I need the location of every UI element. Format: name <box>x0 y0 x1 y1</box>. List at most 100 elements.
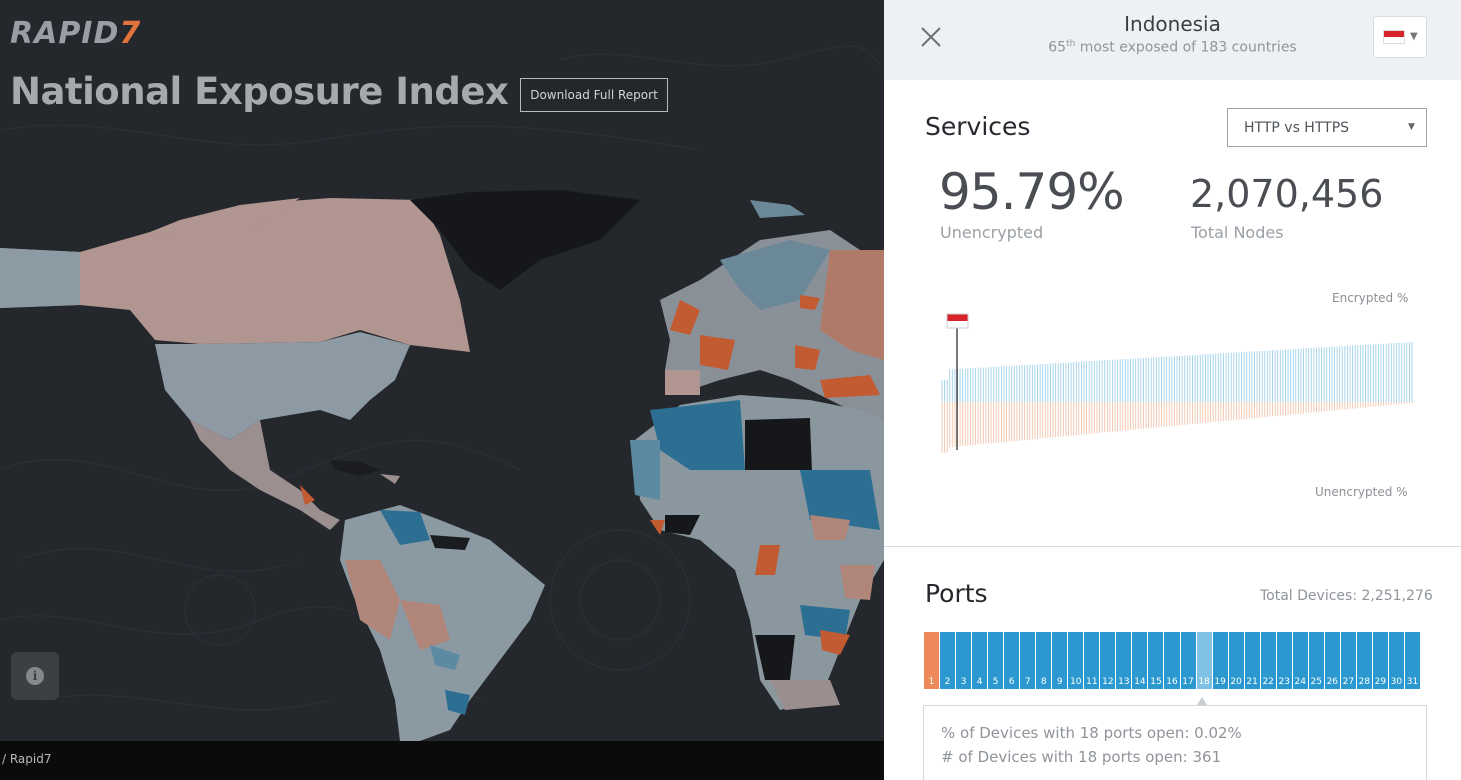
footer-copyright: / Rapid7 <box>2 752 52 766</box>
port-box-24[interactable]: 24 <box>1292 632 1309 689</box>
port-label: 27 <box>1342 677 1355 687</box>
tooltip-percentage: % of Devices with 18 ports open: 0.02% <box>941 724 1242 742</box>
port-box-8[interactable]: 8 <box>1036 632 1053 689</box>
port-box-16[interactable]: 16 <box>1164 632 1181 689</box>
port-label: 22 <box>1262 677 1274 687</box>
port-box-6[interactable]: 6 <box>1004 632 1021 689</box>
port-box-26[interactable]: 26 <box>1324 632 1341 689</box>
port-box-4[interactable]: 4 <box>972 632 989 689</box>
port-label: 10 <box>1070 677 1082 687</box>
port-label: 12 <box>1102 677 1114 687</box>
encrypted-axis-label: Encrypted % <box>1332 291 1409 305</box>
port-label: 6 <box>1008 677 1015 687</box>
port-box-3[interactable]: 3 <box>956 632 973 689</box>
port-box-19[interactable]: 19 <box>1212 632 1229 689</box>
rapid7-logo[interactable]: RAPID7 <box>10 16 141 51</box>
port-box-13[interactable]: 13 <box>1116 632 1133 689</box>
rank-suffix: th <box>1066 39 1076 49</box>
port-label: 15 <box>1150 677 1162 687</box>
port-box-17[interactable]: 17 <box>1180 632 1197 689</box>
indonesia-flag-icon <box>1383 30 1405 44</box>
port-label: 4 <box>976 677 983 687</box>
port-box-18[interactable]: 18 <box>1196 632 1213 689</box>
service-selector[interactable]: HTTP vs HTTPS ▼ <box>1227 108 1427 147</box>
port-box-25[interactable]: 25 <box>1308 632 1325 689</box>
logo-text: RAPID <box>10 16 120 51</box>
port-tooltip: % of Devices with 18 ports open: 0.02% #… <box>923 705 1427 780</box>
port-box-7[interactable]: 7 <box>1020 632 1037 689</box>
port-label: 13 <box>1118 677 1130 687</box>
port-label: 7 <box>1024 677 1031 687</box>
port-box-5[interactable]: 5 <box>988 632 1005 689</box>
port-label: 26 <box>1326 677 1339 687</box>
footer: / Rapid7 <box>0 741 884 780</box>
port-label: 31 <box>1406 677 1419 687</box>
country-flag-dropdown[interactable]: ▼ <box>1373 16 1427 58</box>
port-box-22[interactable]: 22 <box>1260 632 1277 689</box>
port-label: 25 <box>1310 677 1322 687</box>
services-heading: Services <box>925 112 1031 141</box>
logo-suffix: 7 <box>119 16 142 51</box>
port-box-15[interactable]: 15 <box>1148 632 1165 689</box>
section-divider <box>884 546 1461 547</box>
port-box-2[interactable]: 2 <box>940 632 957 689</box>
port-label: 23 <box>1278 677 1290 687</box>
port-box-27[interactable]: 27 <box>1340 632 1357 689</box>
ports-histogram: 1 2 3 4 5 6 7 8 9 10 11 12 13 14 15 16 17 18 19 20 21 22 23 24 2… <box>924 632 1421 689</box>
info-button[interactable]: i <box>11 652 59 700</box>
unencrypted-percentage: 95.79% <box>939 163 1125 221</box>
port-box-28[interactable]: 28 <box>1356 632 1373 689</box>
port-label: 29 <box>1374 677 1387 687</box>
port-label: 20 <box>1230 677 1242 687</box>
port-box-31[interactable]: 31 <box>1404 632 1421 689</box>
chevron-down-icon: ▼ <box>1410 31 1418 42</box>
port-box-11[interactable]: 11 <box>1084 632 1101 689</box>
chevron-down-icon: ▼ <box>1408 122 1415 132</box>
info-icon: i <box>26 667 44 685</box>
unencrypted-label: Unencrypted <box>940 223 1044 242</box>
port-box-21[interactable]: 21 <box>1244 632 1261 689</box>
panel-header: Indonesia 65th most exposed of 183 count… <box>884 0 1461 80</box>
port-label: 2 <box>944 677 951 687</box>
port-label: 18 <box>1198 677 1210 687</box>
total-devices: Total Devices: 2,251,276 <box>1260 588 1433 604</box>
port-label: 28 <box>1358 677 1371 687</box>
port-label: 21 <box>1246 677 1258 687</box>
port-label: 19 <box>1214 677 1226 687</box>
country-detail-panel: Indonesia 65th most exposed of 183 count… <box>884 0 1461 780</box>
port-box-9[interactable]: 9 <box>1052 632 1069 689</box>
port-label: 11 <box>1086 677 1098 687</box>
service-selector-value: HTTP vs HTTPS <box>1244 120 1350 136</box>
port-box-12[interactable]: 12 <box>1100 632 1117 689</box>
port-box-10[interactable]: 10 <box>1068 632 1085 689</box>
world-map-area: RAPID7 National Exposure Index Download … <box>0 0 884 741</box>
tooltip-pointer <box>1197 697 1207 705</box>
port-label: 24 <box>1294 677 1306 687</box>
port-box-23[interactable]: 23 <box>1276 632 1293 689</box>
ports-heading: Ports <box>925 579 988 608</box>
port-box-30[interactable]: 30 <box>1388 632 1405 689</box>
total-nodes-value: 2,070,456 <box>1190 172 1384 216</box>
encryption-distribution-chart[interactable] <box>940 310 1415 455</box>
port-box-14[interactable]: 14 <box>1132 632 1149 689</box>
port-label: 17 <box>1182 677 1194 687</box>
port-box-1[interactable]: 1 <box>924 632 941 689</box>
marker-flag-red <box>947 314 968 321</box>
page-title: National Exposure Index <box>10 70 509 113</box>
port-label: 8 <box>1040 677 1047 687</box>
port-label: 16 <box>1166 677 1178 687</box>
tooltip-count: # of Devices with 18 ports open: 361 <box>941 748 1222 766</box>
port-label: 5 <box>992 677 999 687</box>
rank-text: most exposed of 183 countries <box>1075 39 1297 56</box>
port-label: 1 <box>928 677 935 687</box>
download-report-button[interactable]: Download Full Report <box>520 78 668 112</box>
unencrypted-axis-label: Unencrypted % <box>1315 485 1408 499</box>
port-label: 3 <box>960 677 967 687</box>
total-nodes-label: Total Nodes <box>1191 223 1284 242</box>
port-box-20[interactable]: 20 <box>1228 632 1245 689</box>
port-label: 14 <box>1134 677 1146 687</box>
port-label: 9 <box>1056 677 1063 687</box>
port-box-29[interactable]: 29 <box>1372 632 1389 689</box>
rank-number: 65 <box>1048 39 1067 56</box>
port-label: 30 <box>1390 677 1403 687</box>
